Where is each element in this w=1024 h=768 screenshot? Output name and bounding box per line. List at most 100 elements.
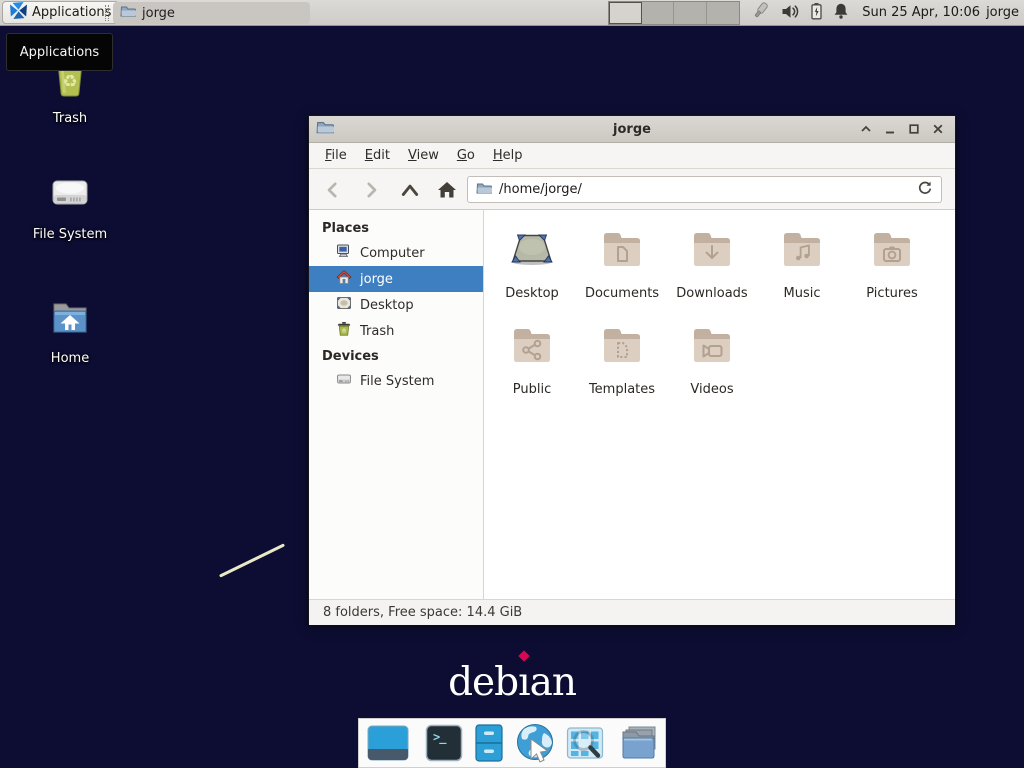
home-icon — [336, 269, 352, 289]
documents-folder-icon — [598, 226, 646, 278]
desktop-special-icon — [508, 226, 556, 278]
file-grid: Desktop Documents — [487, 226, 942, 418]
maximize-button[interactable] — [906, 121, 922, 137]
music-folder-icon — [778, 226, 826, 278]
close-button[interactable] — [930, 121, 946, 137]
folder-icon — [476, 180, 492, 200]
sidebar-item-label: Desktop — [360, 298, 414, 313]
folder-label: Documents — [585, 286, 659, 301]
menu-bar: File Edit View Go Help — [309, 143, 955, 169]
panel-clock[interactable]: Sun 25 Apr, 10:06 — [862, 0, 980, 26]
desktop-icon-filesystem[interactable]: File System — [22, 168, 118, 242]
recycle-glyph: ♻ — [62, 74, 77, 91]
window-titlebar[interactable]: jorge — [309, 116, 955, 143]
desktop-icon-label: Home — [51, 351, 89, 366]
folder-item-music[interactable]: Music — [757, 226, 847, 322]
sidebar-item-label: jorge — [360, 272, 393, 287]
status-text: 8 folders, Free space: 14.4 GiB — [323, 605, 522, 620]
pictures-folder-icon — [868, 226, 916, 278]
file-cabinet-launcher[interactable] — [471, 723, 507, 763]
public-folder-icon — [508, 322, 556, 374]
show-desktop-button[interactable] — [366, 723, 410, 763]
panel-username[interactable]: jorge — [986, 0, 1019, 26]
reload-icon[interactable] — [917, 180, 933, 200]
folder-item-desktop[interactable]: Desktop — [487, 226, 577, 322]
folder-label: Downloads — [676, 286, 747, 301]
folder-label: Desktop — [505, 286, 559, 301]
workspace-1[interactable] — [609, 2, 642, 24]
hard-drive-icon — [46, 168, 94, 220]
path-input[interactable] — [499, 182, 910, 197]
hard-drive-icon — [336, 371, 352, 391]
folder-item-public[interactable]: Public — [487, 322, 577, 418]
workspace-3[interactable] — [674, 2, 707, 24]
desktop-icon-label: File System — [33, 227, 107, 242]
menu-file[interactable]: File — [316, 144, 356, 168]
volume-icon[interactable] — [781, 3, 800, 24]
downloads-folder-icon — [688, 226, 736, 278]
desktop-line-artifact — [219, 543, 285, 577]
workspace-2[interactable] — [642, 2, 675, 24]
menu-help[interactable]: Help — [484, 144, 532, 168]
window-main: Places Computer — [309, 210, 955, 599]
system-tray — [750, 0, 849, 26]
back-button[interactable] — [319, 176, 347, 204]
notifications-bell-icon[interactable] — [833, 2, 849, 24]
workspace-4[interactable] — [707, 2, 739, 24]
computer-icon — [336, 243, 352, 263]
forward-button[interactable] — [357, 176, 385, 204]
app-finder-launcher[interactable] — [565, 723, 605, 763]
folder-item-pictures[interactable]: Pictures — [847, 226, 937, 322]
folder-icon — [120, 3, 136, 23]
folder-label: Public — [513, 382, 551, 397]
taskbar-window-button[interactable]: jorge — [113, 2, 310, 24]
terminal-prompt-glyph: >_ — [433, 730, 445, 744]
file-manager-window: jorge File Edit Vi — [308, 115, 956, 624]
folder-launcher[interactable] — [619, 723, 661, 763]
applications-menu-button[interactable]: Applications — [2, 1, 119, 24]
menu-go[interactable]: Go — [448, 144, 484, 168]
folder-item-videos[interactable]: Videos — [667, 322, 757, 418]
sidebar-item-computer[interactable]: Computer — [309, 240, 483, 266]
videos-folder-icon — [688, 322, 736, 374]
desktop-icon-home[interactable]: Home — [22, 292, 118, 366]
xfce-logo-icon — [10, 2, 27, 23]
sidebar-item-label: Computer — [360, 246, 425, 261]
devices-header: Devices — [309, 344, 483, 368]
up-button[interactable] — [396, 176, 424, 204]
folder-label: Templates — [589, 382, 655, 397]
window-controls — [858, 121, 955, 137]
sidebar-item-label: File System — [360, 374, 434, 389]
home-button[interactable] — [433, 176, 461, 204]
folder-item-templates[interactable]: Templates — [577, 322, 667, 418]
panel-handle — [105, 5, 109, 21]
debian-logo: debıan — [408, 660, 616, 705]
menu-view[interactable]: View — [399, 144, 448, 168]
folder-label: Pictures — [866, 286, 917, 301]
sidebar-item-jorge[interactable]: jorge — [309, 266, 483, 292]
clipman-icon[interactable] — [750, 1, 772, 25]
desktop: Applications jorge — [0, 0, 1024, 768]
status-bar: 8 folders, Free space: 14.4 GiB — [309, 599, 955, 625]
dock: >_ — [358, 718, 666, 768]
debian-logo-text: an — [530, 660, 576, 705]
file-view: Desktop Documents — [484, 210, 955, 599]
desktop-icon-label: Trash — [53, 111, 87, 126]
battery-icon[interactable] — [809, 2, 824, 24]
top-panel: Applications jorge — [0, 0, 1024, 26]
shade-button[interactable] — [858, 121, 874, 137]
web-browser-launcher[interactable] — [514, 722, 558, 764]
terminal-launcher[interactable]: >_ — [424, 723, 464, 763]
folder-label: Music — [784, 286, 821, 301]
menu-edit[interactable]: Edit — [356, 144, 399, 168]
sidebar-item-trash[interactable]: Trash — [309, 318, 483, 344]
applications-menu-label: Applications — [32, 5, 111, 20]
sidebar-item-filesystem[interactable]: File System — [309, 368, 483, 394]
folder-item-downloads[interactable]: Downloads — [667, 226, 757, 322]
home-folder-icon — [46, 292, 94, 344]
folder-item-documents[interactable]: Documents — [577, 226, 667, 322]
location-bar[interactable] — [467, 176, 942, 203]
templates-folder-icon — [598, 322, 646, 374]
sidebar-item-desktop[interactable]: Desktop — [309, 292, 483, 318]
minimize-button[interactable] — [882, 121, 898, 137]
